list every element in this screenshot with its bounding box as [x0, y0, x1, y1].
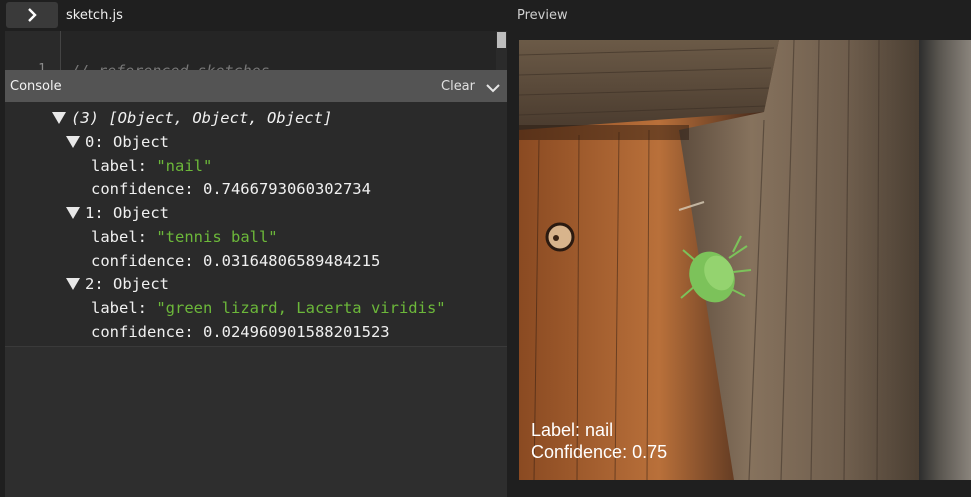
- preview-confidence-text: Confidence: 0.75: [531, 442, 667, 462]
- chevron-right-icon: [28, 8, 37, 22]
- number-value: 0.7466793060302734: [202, 180, 371, 198]
- property-key: label:: [91, 157, 157, 175]
- console-empty-area: [5, 346, 507, 497]
- property-key: confidence:: [91, 323, 203, 341]
- code-editor[interactable]: 1 // referenced sketches: [5, 31, 507, 70]
- object-header-text: 2: Object: [85, 275, 169, 293]
- preview-title: Preview: [517, 8, 568, 23]
- console-title: Console: [10, 79, 62, 94]
- object-2-header[interactable]: 2: Object: [66, 274, 169, 294]
- array-summary-text: (3) [Object, Object, Object]: [71, 109, 333, 127]
- object-1-confidence: confidence: 0.03164806589484215: [91, 251, 380, 271]
- wood-bug-photo: Label: nail Confidence: 0.75: [519, 40, 919, 480]
- string-value: "tennis ball": [156, 228, 278, 246]
- console-output: (3) [Object, Object, Object] 0: Object l…: [5, 102, 507, 346]
- clear-button[interactable]: Clear: [441, 79, 475, 94]
- object-0-label: label: "nail": [91, 156, 212, 176]
- editor-scrollbar[interactable]: [496, 31, 507, 70]
- line-gutter: 1: [5, 31, 61, 70]
- object-header-text: 0: Object: [85, 133, 169, 151]
- console-array-summary[interactable]: (3) [Object, Object, Object]: [52, 108, 332, 128]
- number-value: 0.03164806589484215: [202, 252, 381, 270]
- property-key: label:: [91, 299, 157, 317]
- object-1-header[interactable]: 1: Object: [66, 203, 169, 223]
- expand-triangle-icon[interactable]: [66, 278, 80, 290]
- top-bar: sketch.js Preview: [0, 0, 971, 31]
- expand-triangle-icon[interactable]: [66, 207, 80, 219]
- preview-canvas: Label: nail Confidence: 0.75: [519, 40, 919, 480]
- property-key: label:: [91, 228, 157, 246]
- file-tab[interactable]: sketch.js: [66, 8, 123, 23]
- chevron-down-icon: [486, 84, 500, 93]
- object-0-header[interactable]: 0: Object: [66, 132, 169, 152]
- background-photo-edge: [919, 40, 971, 480]
- code-line[interactable]: // referenced sketches: [71, 62, 270, 70]
- line-number: 1: [38, 62, 46, 70]
- preview-label-text: Label: nail: [531, 420, 613, 440]
- run-button[interactable]: [6, 2, 58, 28]
- number-value: 0.024960901588201523: [202, 323, 390, 341]
- object-2-label: label: "green lizard, Lacerta viridis": [91, 298, 446, 318]
- object-2-confidence: confidence: 0.024960901588201523: [91, 322, 390, 342]
- editor-scrollbar-thumb[interactable]: [497, 32, 506, 48]
- expand-triangle-icon[interactable]: [66, 136, 80, 148]
- object-header-text: 1: Object: [85, 204, 169, 222]
- object-0-confidence: confidence: 0.7466793060302734: [91, 179, 371, 199]
- string-value: "nail": [156, 157, 213, 175]
- property-key: confidence:: [91, 252, 203, 270]
- console-collapse-button[interactable]: [485, 79, 501, 93]
- property-key: confidence:: [91, 180, 203, 198]
- console-header: Console Clear: [5, 70, 507, 102]
- object-1-label: label: "tennis ball": [91, 227, 278, 247]
- expand-triangle-icon[interactable]: [52, 112, 66, 124]
- string-value: "green lizard, Lacerta viridis": [156, 299, 446, 317]
